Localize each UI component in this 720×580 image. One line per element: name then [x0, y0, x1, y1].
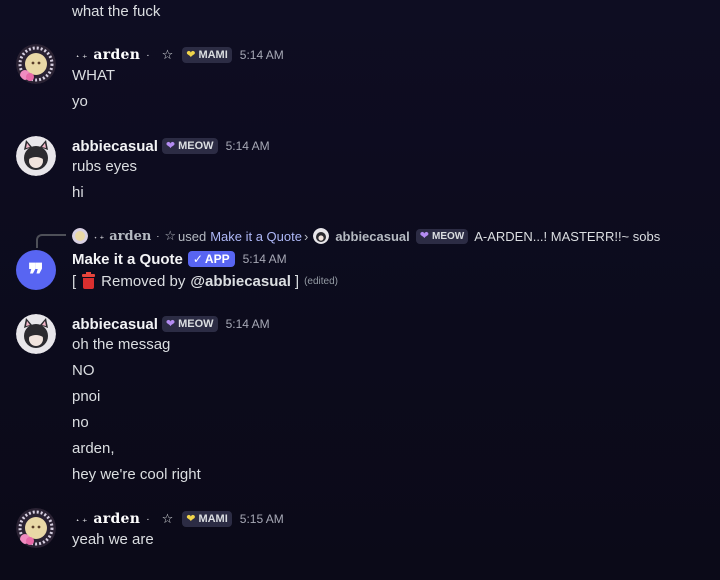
chat-messages: what the fuck ˖ ₊ arden · ☆ ❤ MAMI 5:14 …: [0, 0, 720, 580]
avatar-arden-mini: [72, 228, 88, 244]
reply-connector: [36, 234, 66, 248]
message-header: Make it a Quote ✓ APP 5:14 AM: [72, 248, 287, 270]
name-prefix-glyph: ˖ ₊: [94, 230, 105, 241]
message-text: hi: [72, 184, 84, 201]
username[interactable]: abbiecasual: [72, 138, 158, 155]
username[interactable]: abbiecasual: [72, 316, 158, 333]
heart-icon: ❤: [165, 317, 176, 330]
message-text: yo: [72, 93, 88, 110]
message-text: rubs eyes: [72, 158, 138, 175]
reply-author[interactable]: arden: [109, 229, 151, 244]
message-text: no: [72, 414, 89, 431]
name-prefix-glyph: ˖ ₊: [76, 49, 88, 61]
message-text: hey we're cool right: [72, 466, 201, 483]
message-header: abbiecasual ❤ MEOW 5:14 AM: [72, 313, 270, 335]
message-text: arden,: [72, 440, 115, 457]
role-tag[interactable]: ❤ MEOW: [161, 316, 218, 332]
reply-preview: A-ARDEN...! MASTERR!!~ sobs: [474, 228, 661, 244]
message-header: ˖ ₊ arden · ☆ ❤ MAMI 5:14 AM: [72, 44, 284, 66]
avatar-abbiecasual[interactable]: [16, 136, 56, 176]
avatar-arden[interactable]: [16, 508, 56, 548]
role-tag[interactable]: ❤ MEOW: [161, 138, 218, 154]
message-text: WHAT: [72, 67, 116, 84]
user-mention[interactable]: @abbiecasual: [190, 273, 291, 290]
checkmark-icon: ✓: [192, 252, 203, 266]
removed-notice: [ Removed by @abbiecasual ] (edited): [72, 272, 338, 290]
name-dot-glyph: ·: [146, 513, 150, 525]
username[interactable]: arden: [93, 47, 140, 63]
message-header: abbiecasual ❤ MEOW 5:14 AM: [72, 135, 270, 157]
timestamp[interactable]: 5:14 AM: [226, 139, 270, 153]
command-link[interactable]: Make it a Quote: [210, 229, 302, 244]
heart-icon: ❤: [419, 229, 429, 242]
app-badge: ✓ APP: [187, 251, 235, 267]
trash-icon: [82, 272, 96, 289]
heart-icon: ❤: [165, 139, 176, 152]
avatar-abbiecasual-mini: [313, 228, 330, 244]
role-tag[interactable]: ❤ MAMI: [182, 511, 232, 527]
username[interactable]: arden: [93, 511, 140, 527]
heart-icon: ❤: [186, 48, 196, 61]
avatar-bot[interactable]: ❞: [16, 250, 56, 290]
chevron-right-icon: ›: [303, 228, 309, 244]
name-prefix-glyph: ˖ ₊: [76, 513, 88, 525]
role-tag[interactable]: ❤ MAMI: [182, 47, 232, 63]
message-header: ˖ ₊ arden · ☆ ❤ MAMI 5:15 AM: [72, 508, 284, 530]
avatar-abbiecasual[interactable]: [16, 314, 56, 354]
timestamp[interactable]: 5:15 AM: [240, 512, 284, 526]
star-icon: ☆: [164, 228, 176, 243]
name-dot-glyph: ·: [146, 49, 150, 61]
reply-target-user[interactable]: abbiecasual: [335, 229, 409, 244]
edited-label: (edited): [304, 275, 338, 287]
message-text: what the fuck: [72, 3, 161, 20]
message-text: pnoi: [72, 388, 101, 405]
message-text: NO: [72, 362, 95, 379]
timestamp[interactable]: 5:14 AM: [226, 317, 270, 331]
star-icon: ☆: [161, 47, 174, 62]
role-tag: ❤ MEOW: [415, 228, 469, 244]
bot-username[interactable]: Make it a Quote: [72, 251, 183, 268]
star-icon: ☆: [161, 511, 174, 526]
quote-icon: ❞: [27, 258, 45, 291]
message-text: yeah we are: [72, 531, 154, 548]
used-text: used: [178, 228, 207, 244]
name-dot-glyph: ·: [156, 231, 160, 241]
heart-icon: ❤: [186, 512, 196, 525]
timestamp[interactable]: 5:14 AM: [243, 252, 287, 266]
avatar-arden[interactable]: [16, 44, 56, 84]
reply-context[interactable]: ˖ ₊ arden · ☆ used Make it a Quote › abb…: [72, 226, 660, 246]
timestamp[interactable]: 5:14 AM: [240, 48, 284, 62]
message-text: oh the messag: [72, 336, 171, 353]
